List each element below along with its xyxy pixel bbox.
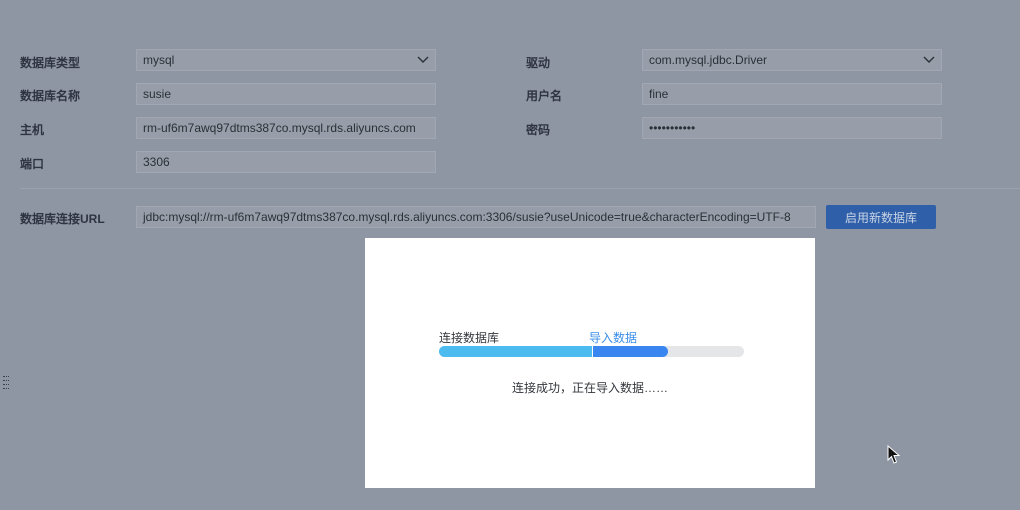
port-input[interactable]: 3306 bbox=[136, 151, 436, 173]
username-label: 用户名 bbox=[526, 89, 563, 103]
enable-new-database-button[interactable]: 启用新数据库 bbox=[826, 205, 936, 229]
db-name-label: 数据库名称 bbox=[20, 89, 81, 103]
drag-handle-icon[interactable] bbox=[3, 376, 9, 390]
url-input[interactable]: jdbc:mysql://rm-uf6m7awq97dtms387co.mysq… bbox=[136, 206, 816, 228]
driver-label: 驱动 bbox=[526, 56, 551, 70]
progress-fill-import bbox=[592, 346, 668, 357]
chevron-down-icon bbox=[417, 56, 429, 63]
password-label: 密码 bbox=[526, 123, 551, 137]
progress-fill-connect bbox=[439, 346, 592, 357]
url-label: 数据库连接URL bbox=[20, 212, 105, 226]
step-connect-database: 连接数据库 bbox=[439, 331, 500, 345]
progress-step-separator bbox=[592, 346, 593, 357]
host-label: 主机 bbox=[20, 123, 45, 137]
mouse-pointer-icon bbox=[887, 445, 901, 464]
driver-value: com.mysql.jdbc.Driver bbox=[649, 53, 768, 67]
password-input[interactable]: ••••••••••• bbox=[642, 117, 942, 139]
import-progress-dialog: 连接数据库 导入数据 连接成功，正在导入数据…… bbox=[365, 238, 815, 488]
host-input[interactable]: rm-uf6m7awq97dtms387co.mysql.rds.aliyunc… bbox=[136, 117, 436, 139]
section-divider bbox=[20, 188, 1020, 189]
db-name-input[interactable]: susie bbox=[136, 83, 436, 105]
progress-status-text: 连接成功，正在导入数据…… bbox=[511, 381, 668, 395]
driver-select[interactable]: com.mysql.jdbc.Driver bbox=[642, 49, 942, 71]
db-type-label: 数据库类型 bbox=[20, 56, 81, 70]
port-label: 端口 bbox=[20, 157, 45, 171]
db-type-select[interactable]: mysql bbox=[136, 49, 436, 71]
username-input[interactable]: fine bbox=[642, 83, 942, 105]
chevron-down-icon bbox=[923, 56, 935, 63]
step-import-data: 导入数据 bbox=[589, 331, 638, 345]
progress-bar bbox=[439, 346, 744, 357]
db-type-value: mysql bbox=[143, 53, 175, 67]
